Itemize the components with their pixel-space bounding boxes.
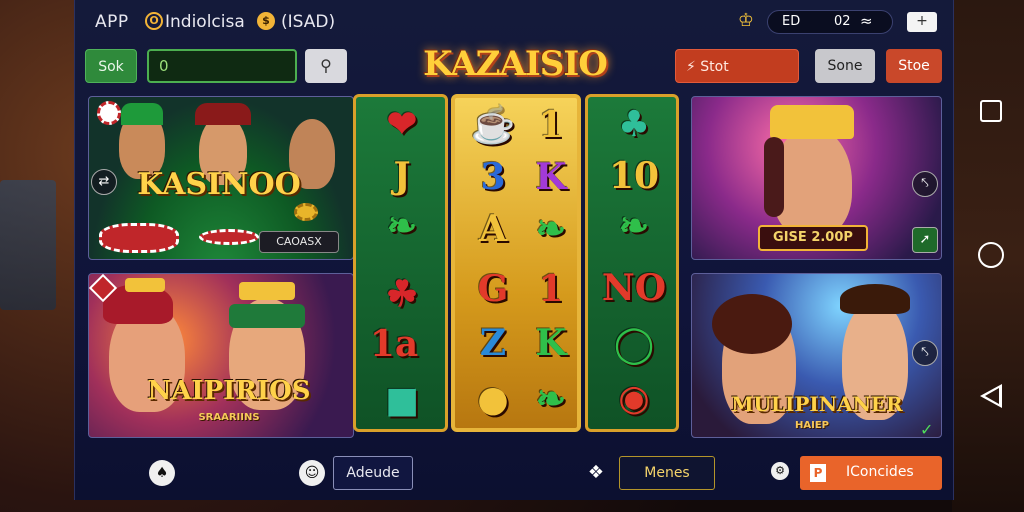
status-pill: ED 02 ≈ — [767, 10, 893, 34]
chip-icon — [97, 101, 121, 125]
settings-icon[interactable]: ⚙ — [771, 462, 789, 480]
expand-icon[interactable]: ⤣ — [912, 171, 938, 197]
symbol-beer-icon: ☕ — [470, 104, 516, 146]
woman-hair — [712, 294, 792, 354]
symbol-chip-icon: ◉ — [618, 377, 650, 419]
green-headband — [229, 304, 305, 328]
symbol-leaf-icon-2: ❧ — [535, 208, 567, 250]
profile-icon[interactable]: ☺ — [299, 460, 325, 486]
status-battery: 02 — [834, 14, 851, 29]
reel-middle-symbol-4: A — [479, 208, 507, 250]
hair — [764, 137, 784, 217]
man-hair — [840, 284, 910, 314]
tile-subtitle: HAIEP — [795, 420, 829, 431]
amount-input[interactable]: 0 — [147, 49, 297, 83]
bottom-bar: ♠ ☺ Adeude ❖ Menes ⚙ P IConcides — [75, 448, 955, 500]
search-icon: ⚲ — [320, 56, 332, 75]
symbol-p-icon: ♣ — [617, 103, 651, 145]
slot-label: Stot — [700, 59, 729, 75]
game-tile-queen[interactable]: GISE 2.00P ⤣ ➚ — [691, 96, 942, 260]
background-screen-glow — [0, 180, 56, 310]
crown-icon — [125, 278, 165, 292]
wifi-icon: ≈ — [860, 12, 873, 30]
slot-machine[interactable]: ❤ J ❧ ☘ 1a ■ ☕ 1 3 K A ❧ G 1 Z K ● ❧ ♣ 1… — [351, 94, 681, 434]
back-nav-icon[interactable] — [980, 384, 1002, 408]
reel-left: ❤ J ❧ ☘ 1a ■ — [353, 94, 448, 432]
shuffle-icon[interactable]: ⇄ — [91, 169, 117, 195]
reel-right: ♣ 10 ❧ NO ◯ ◉ — [585, 94, 679, 432]
symbol-ring-icon: ◯ — [613, 323, 655, 365]
jackpot-amount: GISE 2.00P — [758, 225, 868, 251]
stoe-button[interactable]: Stoe — [886, 49, 942, 83]
status-bar: APP O Indiolcisa $ (ISAD) ♔ ED 02 ≈ + — [75, 6, 955, 38]
red-hat — [195, 103, 251, 125]
menu-plus-button[interactable]: + — [907, 12, 937, 32]
reel-middle-symbol-2: 3 — [480, 156, 506, 198]
reel-middle-symbol-6: 1 — [538, 268, 564, 310]
tile-title: KASINOO — [137, 167, 301, 202]
home-nav-icon[interactable] — [978, 242, 1004, 268]
gold-chip — [294, 203, 318, 221]
contacts-button[interactable]: P IConcides — [800, 456, 942, 490]
arrow-icon[interactable]: ➚ — [912, 227, 938, 253]
dollar-coin-icon: $ — [257, 12, 275, 30]
recents-nav-icon[interactable] — [980, 100, 1002, 122]
reel-middle-symbol-5: G — [477, 268, 509, 310]
sok-button[interactable]: Sok — [85, 49, 137, 83]
reel-left-symbol: J — [393, 155, 411, 197]
reel-middle-symbol-3: K — [535, 156, 567, 198]
app-label: APP — [95, 12, 129, 32]
symbol-berries-icon: ☘ — [385, 273, 419, 315]
reel-middle: ☕ 1 3 K A ❧ G 1 Z K ● ❧ — [451, 94, 581, 432]
symbol-leaf-icon-4: ❧ — [618, 205, 650, 247]
tile-subtitle: SRAARIINS — [198, 412, 260, 423]
trophy-icon[interactable]: ♔ — [735, 10, 757, 32]
reel-right-symbol: 10 — [608, 155, 660, 197]
green-hat — [121, 103, 163, 125]
contacts-label: IConcides — [846, 464, 914, 480]
brand-title: Indiolcisa — [165, 12, 245, 32]
queen-avatar-3 — [772, 127, 852, 237]
symbol-leaf-icon: ❧ — [386, 205, 418, 247]
app-window: APP O Indiolcisa $ (ISAD) ♔ ED 02 ≈ + So… — [74, 0, 954, 500]
tile-title: NAIPIRIOS — [147, 376, 311, 406]
poker-chip-stack — [99, 223, 179, 253]
reel-left-symbol-2: 1a — [369, 323, 419, 365]
game-tile-multiplayer[interactable]: MULIPINANER HAIEP ⤣ ✓ — [691, 273, 942, 438]
reel-middle-symbol-1: 1 — [538, 104, 564, 146]
tile-action-button[interactable]: CAOASX — [259, 231, 339, 253]
crown-icon-2 — [239, 282, 295, 300]
game-tile-naipirios[interactable]: NAIPIRIOS SRAARIINS — [88, 273, 354, 438]
sone-button[interactable]: Sone — [815, 49, 875, 83]
accounts-button[interactable]: Adeude — [333, 456, 413, 490]
run-icon[interactable]: ❖ — [583, 460, 609, 486]
symbol-coin-icon: ● — [477, 378, 509, 420]
home-icon[interactable]: ♠ — [149, 460, 175, 486]
symbol-cherry-icon: ❤ — [386, 103, 418, 145]
crown-icon-3 — [770, 105, 854, 139]
brand-coin-icon: O — [145, 12, 163, 30]
contacts-icon: P — [810, 464, 826, 482]
symbol-gem-icon: ■ — [384, 379, 419, 421]
casino-logo: KAZAISIO — [423, 44, 608, 84]
expand-icon-2[interactable]: ⤣ — [912, 340, 938, 366]
reel-right-symbol-2: NO — [601, 267, 667, 309]
tile-title: MULIPINANER — [731, 392, 903, 416]
slot-button[interactable]: ⚡ Stot — [675, 49, 799, 83]
reel-middle-symbol-7: Z — [479, 322, 507, 364]
check-icon: ✓ — [920, 420, 934, 438]
search-button[interactable]: ⚲ — [305, 49, 347, 83]
symbol-leaf-icon-3: ❧ — [535, 378, 567, 420]
game-tile-kasinoo[interactable]: KASINOO ⇄ CAOASX — [88, 96, 354, 260]
menus-button[interactable]: Menes — [619, 456, 715, 490]
poker-chip — [199, 229, 259, 245]
reel-middle-symbol-8: K — [535, 322, 567, 364]
brand-suffix: (ISAD) — [281, 12, 336, 32]
slot-icon: ⚡ — [686, 59, 701, 75]
status-time: ED — [782, 14, 801, 29]
